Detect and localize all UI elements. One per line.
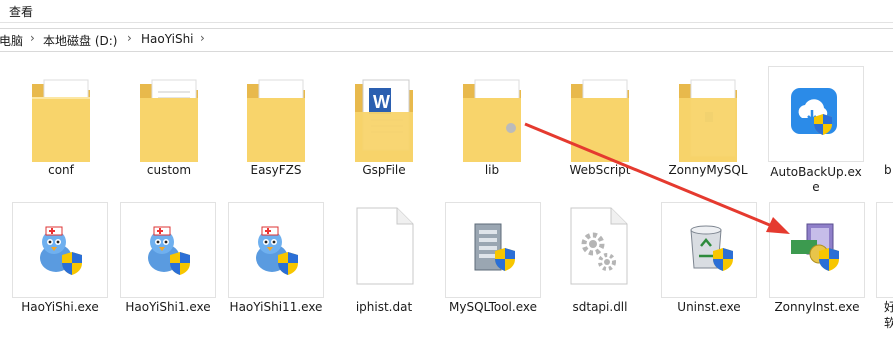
file-item-easyfzs[interactable]: EasyFZS (229, 66, 323, 181)
bird-doctor-app-icon (40, 226, 82, 275)
file-label: custom (146, 163, 192, 177)
file-item-partial[interactable]: b (876, 66, 893, 181)
gear-file-icon (570, 207, 628, 285)
file-item-zonnyinst-exe[interactable]: ZonnyInst.exe (769, 202, 865, 317)
file-label: iphist.dat (355, 300, 413, 314)
file-label: sdtapi.dll (572, 300, 628, 314)
file-label: GspFile (362, 163, 406, 177)
folder-with-document-icon: W (355, 79, 413, 162)
svg-text:W: W (373, 92, 390, 112)
file-item-webscript[interactable]: WebScript (553, 66, 647, 181)
file-label: HaoYiShi1.exe (125, 300, 211, 314)
folder-icon (32, 79, 90, 162)
bird-doctor-app-icon (148, 226, 190, 275)
breadcrumb-drive-d[interactable]: 本地磁盘 (D:) (43, 32, 117, 49)
breadcrumb-this-pc[interactable]: 电脑 (0, 32, 23, 49)
file-label: Uninst.exe (677, 300, 741, 314)
file-label: HaoYiShi.exe (21, 300, 99, 314)
address-bar[interactable]: 电脑 › 本地磁盘 (D:) › HaoYiShi › (0, 28, 893, 52)
file-item-iphist-dat[interactable]: iphist.dat (337, 202, 431, 317)
file-label: conf (48, 163, 74, 177)
file-label-line2: 软 (884, 316, 893, 330)
folder-icon (247, 79, 305, 162)
file-label: 好 (884, 300, 893, 314)
ribbon: 查看 (0, 0, 893, 23)
file-label: lib (484, 163, 500, 177)
chevron-right-icon[interactable]: › (200, 31, 205, 45)
blank-file-icon (356, 207, 414, 285)
file-item-haoyishi11-exe[interactable]: HaoYiShi11.exe (228, 202, 324, 317)
file-label: HaoYiShi11.exe (229, 300, 323, 314)
file-item-zonnymysql[interactable]: ZonnyMySQL (661, 66, 755, 181)
file-label: ZonnyInst.exe (774, 300, 860, 314)
file-item-uninst-exe[interactable]: Uninst.exe (661, 202, 757, 317)
file-item-haoyishi1-exe[interactable]: HaoYiShi1.exe (120, 202, 216, 317)
file-label: MySQLTool.exe (449, 300, 537, 314)
file-item-custom[interactable]: custom (122, 66, 216, 181)
chevron-right-icon[interactable]: › (127, 31, 132, 45)
file-item-mysqltool-exe[interactable]: MySQLTool.exe (445, 202, 541, 317)
file-label: b (884, 163, 892, 177)
folder-icon (571, 79, 629, 162)
bird-doctor-app-icon (256, 226, 298, 275)
view-tab[interactable]: 查看 (9, 3, 33, 20)
folder-icon (679, 79, 737, 162)
file-label: AutoBackUp.exe (770, 165, 862, 194)
file-item-lib[interactable]: lib (445, 66, 539, 181)
file-label: WebScript (569, 163, 631, 177)
folder-icon (463, 79, 521, 162)
file-item-haoyishi-exe[interactable]: HaoYiShi.exe (12, 202, 108, 317)
breadcrumb-haoyishi[interactable]: HaoYiShi (141, 32, 194, 46)
folder-icon (140, 79, 198, 162)
file-item-sdtapi-dll[interactable]: sdtapi.dll (553, 202, 647, 317)
file-label: ZonnyMySQL (668, 163, 748, 177)
server-app-icon (474, 223, 515, 271)
file-item-gspfile[interactable]: W GspFile (337, 66, 431, 181)
thumbnail-frame (876, 202, 893, 298)
chevron-right-icon[interactable]: › (30, 31, 35, 45)
file-item-conf[interactable]: conf (14, 66, 108, 181)
cloud-backup-app-icon (791, 88, 837, 135)
file-label: EasyFZS (250, 163, 302, 177)
file-item-partial[interactable]: 好 软 (876, 202, 893, 339)
file-item-autobackup-exe[interactable]: AutoBackUp.exe (768, 66, 864, 196)
installer-app-icon (791, 223, 839, 271)
recycle-bin-icon (690, 225, 733, 271)
